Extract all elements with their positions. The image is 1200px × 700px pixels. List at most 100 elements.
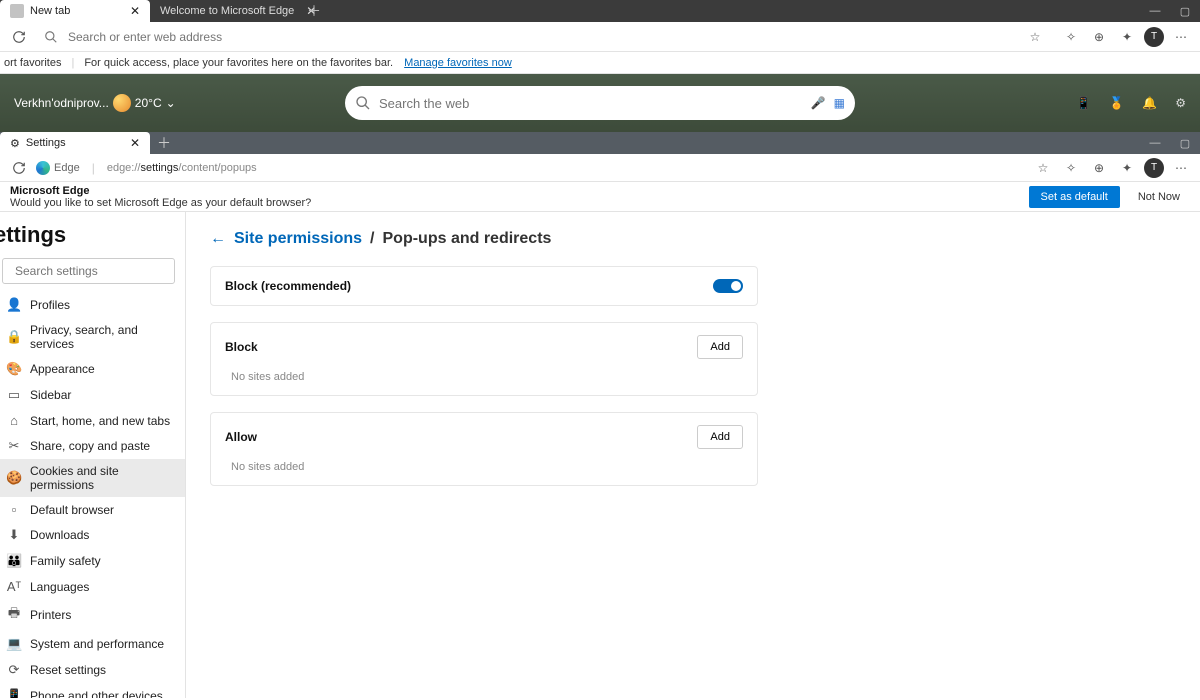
sidebar-item[interactable]: 📱Phone and other devices	[0, 683, 185, 698]
maximize-button[interactable]: ▢	[1170, 0, 1200, 22]
sidebar-item-icon: 🎨	[6, 361, 22, 377]
favorites-icon[interactable]: ✧	[1060, 26, 1082, 48]
maximize-button[interactable]: ▢	[1170, 132, 1200, 154]
sidebar-item-label: Reset settings	[30, 663, 106, 677]
avatar[interactable]: T	[1144, 158, 1164, 178]
add-block-button[interactable]: Add	[697, 335, 743, 359]
tab-label: Settings	[26, 137, 66, 149]
weather-city: Verkhn'odniprov...	[14, 96, 109, 110]
block-toggle[interactable]	[713, 279, 743, 293]
tab-label: Welcome to Microsoft Edge	[160, 5, 294, 17]
close-icon[interactable]: ✕	[130, 6, 140, 16]
not-now-button[interactable]: Not Now	[1128, 186, 1190, 208]
reload-icon[interactable]	[8, 26, 30, 48]
settings-window-tabs: ⚙ Settings ✕ ＋ — ▢	[0, 132, 1200, 154]
new-tab-page-banner: Verkhn'odniprov... 20°C ⌄ 🎤 ▦ 📱 🏅 🔔 ⚙	[0, 74, 1200, 132]
settings-address-row: Edge | edge://settings/content/popups ☆ …	[0, 154, 1200, 182]
settings-search-input[interactable]	[15, 264, 170, 278]
sidebar-item-label: Share, copy and paste	[30, 439, 150, 453]
ntp-right-icons: 📱 🏅 🔔 ⚙	[1076, 96, 1186, 110]
sidebar-item-icon: ✂	[6, 438, 22, 454]
rewards-icon[interactable]: 🏅	[1109, 96, 1124, 110]
settings-tab[interactable]: ⚙ Settings ✕	[0, 132, 150, 154]
web-search-input[interactable]	[379, 96, 803, 111]
settings-search[interactable]	[2, 258, 175, 284]
sidebar-item[interactable]: 👪Family safety	[0, 548, 185, 574]
sidebar-item[interactable]: 🖶 Printers	[0, 599, 185, 631]
mobile-icon[interactable]: 📱	[1076, 96, 1091, 110]
gear-icon: ⚙	[10, 137, 20, 150]
tab-favicon	[10, 4, 24, 18]
allow-heading: Allow	[225, 430, 257, 444]
top-window-chrome: New tab ✕ Welcome to Microsoft Edge ✕ ＋ …	[0, 0, 1200, 22]
sidebar-item[interactable]: 🍪Cookies and site permissions	[0, 459, 185, 497]
back-icon[interactable]: ←	[210, 230, 226, 248]
new-tab-button[interactable]: ＋	[150, 132, 178, 154]
add-allow-button[interactable]: Add	[697, 425, 743, 449]
allow-list-card: Allow Add No sites added	[210, 412, 758, 486]
reload-icon[interactable]	[8, 157, 30, 179]
set-default-button[interactable]: Set as default	[1029, 186, 1120, 208]
tab-label: New tab	[30, 5, 70, 17]
bell-icon[interactable]: 🔔	[1142, 96, 1157, 110]
sidebar-item-label: System and performance	[30, 637, 164, 651]
chevron-down-icon: ⌄	[166, 96, 176, 110]
sidebar-item-label: Privacy, search, and services	[30, 323, 179, 351]
sidebar-item[interactable]: ✂ Share, copy and paste	[0, 433, 185, 459]
more-icon[interactable]: ⋯	[1170, 26, 1192, 48]
sidebar-item-label: Printers	[30, 608, 71, 622]
extensions-icon[interactable]: ✦	[1116, 26, 1138, 48]
web-search-box[interactable]: 🎤 ▦	[345, 86, 855, 120]
sidebar-item[interactable]: 🎨Appearance	[0, 356, 185, 382]
star-icon[interactable]: ☆	[1032, 157, 1054, 179]
favorites-bar-left: ort favorites	[4, 57, 61, 69]
new-tab-button[interactable]: ＋	[300, 0, 328, 22]
sidebar-item[interactable]: AᵀLanguages	[0, 574, 185, 599]
close-icon[interactable]: ✕	[130, 138, 140, 148]
favorites-bar: ort favorites | For quick access, place …	[0, 52, 1200, 74]
sidebar-item-label: Sidebar	[30, 388, 71, 402]
settings-body: ettings 👤Profiles🔒Privacy, search, and s…	[0, 212, 1200, 698]
default-browser-banner: Microsoft Edge Would you like to set Mic…	[0, 182, 1200, 212]
sidebar-item[interactable]: 💻System and performance	[0, 631, 185, 657]
sidebar-item[interactable]: 👤Profiles	[0, 292, 185, 318]
star-icon[interactable]: ☆	[1024, 26, 1046, 48]
sidebar-item[interactable]: ⟳Reset settings	[0, 657, 185, 683]
favorites-icon[interactable]: ✧	[1060, 157, 1082, 179]
more-icon[interactable]: ⋯	[1170, 157, 1192, 179]
sidebar-item-label: Family safety	[30, 554, 101, 568]
sidebar-item[interactable]: ▫Default browser	[0, 497, 185, 522]
sidebar-item-icon: 🖶	[6, 604, 22, 626]
address-input[interactable]	[64, 25, 1018, 49]
mic-icon[interactable]: 🎤	[811, 96, 826, 110]
breadcrumb-parent[interactable]: Site permissions	[234, 230, 362, 248]
weather-widget[interactable]: Verkhn'odniprov... 20°C ⌄	[14, 94, 176, 112]
sidebar-item-icon: ⬇	[6, 527, 22, 543]
breadcrumb-sep: /	[370, 230, 374, 248]
sidebar-item-icon: 🍪	[6, 470, 22, 486]
sidebar-item[interactable]: ▭Sidebar	[0, 382, 185, 408]
extensions-icon[interactable]: ✦	[1116, 157, 1138, 179]
minimize-button[interactable]: —	[1140, 0, 1170, 22]
window-controls: — ▢	[1140, 0, 1200, 22]
banner-sub: Would you like to set Microsoft Edge as …	[10, 197, 311, 209]
collections-icon[interactable]: ⊕	[1088, 157, 1110, 179]
browser-tab-new[interactable]: New tab ✕	[0, 0, 150, 22]
settings-url[interactable]: edge://settings/content/popups	[107, 162, 257, 174]
sidebar-item[interactable]: ⌂Start, home, and new tabs	[0, 408, 185, 433]
gear-icon[interactable]: ⚙	[1175, 96, 1186, 110]
manage-favorites-link[interactable]: Manage favorites now	[404, 57, 512, 69]
address-bar[interactable]: ☆	[36, 25, 1054, 49]
sidebar-item-icon: 👤	[6, 297, 22, 313]
sidebar-item-icon: 🔒	[6, 329, 22, 345]
collections-icon[interactable]: ⊕	[1088, 26, 1110, 48]
minimize-button[interactable]: —	[1140, 132, 1170, 154]
sidebar-item[interactable]: 🔒 Privacy, search, and services	[0, 318, 185, 356]
sidebar-item[interactable]: ⬇Downloads	[0, 522, 185, 548]
search-icon	[355, 95, 371, 111]
image-search-icon[interactable]: ▦	[834, 96, 845, 110]
browser-tab-welcome[interactable]: Welcome to Microsoft Edge ✕	[150, 0, 300, 22]
block-recommended-card: Block (recommended)	[210, 266, 758, 306]
avatar[interactable]: T	[1144, 27, 1164, 47]
breadcrumb: ← Site permissions / Pop-ups and redirec…	[210, 230, 1176, 248]
